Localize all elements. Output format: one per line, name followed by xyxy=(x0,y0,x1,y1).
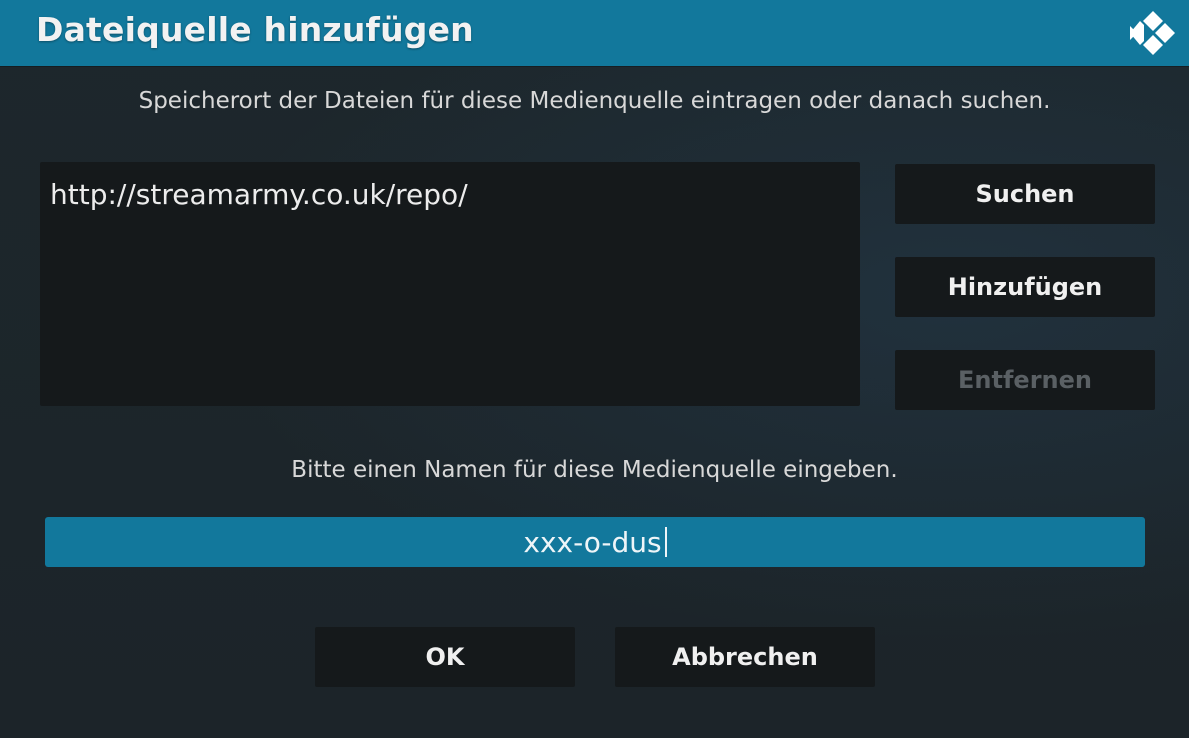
dialog-title: Dateiquelle hinzufügen xyxy=(36,10,474,49)
kodi-logo-icon xyxy=(1130,11,1175,55)
add-button[interactable]: Hinzufügen xyxy=(895,257,1155,317)
remove-button[interactable]: Entfernen xyxy=(895,350,1155,410)
source-path-item[interactable]: http://streamarmy.co.uk/repo/ xyxy=(50,178,468,211)
source-name-value: xxx-o-dus xyxy=(523,525,662,559)
text-caret xyxy=(664,527,667,557)
browse-button[interactable]: Suchen xyxy=(895,164,1155,224)
source-name-input[interactable]: xxx-o-dus xyxy=(45,517,1145,567)
dialog-header: Dateiquelle hinzufügen xyxy=(0,0,1189,66)
location-instruction: Speicherort der Dateien für diese Medien… xyxy=(138,88,1051,114)
name-instruction: Bitte einen Namen für diese Medienquelle… xyxy=(291,457,898,483)
ok-button[interactable]: OK xyxy=(315,627,575,687)
cancel-button[interactable]: Abbrechen xyxy=(615,627,875,687)
add-source-dialog: Dateiquelle hinzufügen Speicherort der D… xyxy=(0,0,1189,738)
source-path-list[interactable]: http://streamarmy.co.uk/repo/ xyxy=(40,162,860,406)
